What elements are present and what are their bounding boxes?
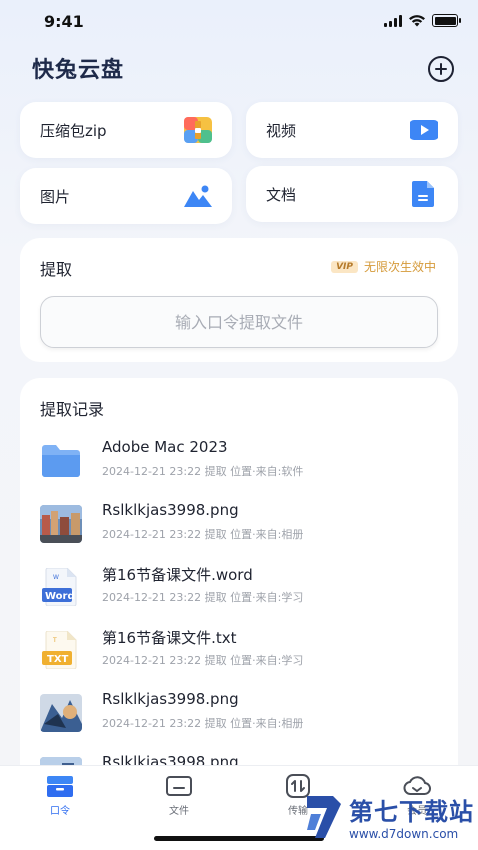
tab-files[interactable]: 文件 bbox=[139, 774, 219, 820]
watermark: 第七下载站 www.d7down.com bbox=[303, 790, 474, 842]
tab-code[interactable]: 口令 bbox=[20, 774, 100, 820]
extract-card: 提取 VIP 无限次生效中 bbox=[20, 238, 458, 362]
history-item[interactable]: Rslklkjas3998.png 2024-12-21 23:22 提取 位置… bbox=[20, 688, 458, 746]
vip-badge: VIP bbox=[331, 260, 358, 273]
history-item[interactable]: Rslklkjas3998.png 2024-12-21 23:22 提取 位置… bbox=[20, 499, 458, 557]
file-name: 第16节备课文件.word bbox=[102, 566, 253, 584]
svg-text:T: T bbox=[52, 637, 57, 644]
wifi-icon bbox=[409, 15, 425, 27]
category-zip[interactable]: 压缩包zip bbox=[20, 102, 232, 158]
home-indicator bbox=[154, 836, 324, 841]
category-label: 压缩包zip bbox=[40, 122, 107, 140]
image-mountain-icon bbox=[184, 185, 212, 207]
svg-text:TXT: TXT bbox=[47, 654, 69, 665]
file-meta: 2024-12-21 23:22 提取 位置·来自:软件 bbox=[102, 465, 304, 478]
file-name: 第16节备课文件.txt bbox=[102, 629, 237, 647]
status-bar: 9:41 bbox=[0, 0, 478, 44]
video-play-icon bbox=[410, 120, 438, 140]
tab-label: 文件 bbox=[169, 806, 189, 817]
history-card: 提取记录 Adobe Mac 2023 2024-12-21 23:22 提取 … bbox=[20, 378, 458, 778]
category-video[interactable]: 视频 bbox=[246, 102, 458, 158]
file-name: Adobe Mac 2023 bbox=[102, 438, 228, 456]
category-label: 视频 bbox=[266, 122, 297, 140]
folder-icon bbox=[42, 445, 80, 477]
add-button[interactable] bbox=[428, 56, 454, 82]
app-title: 快兔云盘 bbox=[32, 58, 125, 83]
zip-archive-icon bbox=[184, 117, 212, 143]
file-meta: 2024-12-21 23:22 提取 位置·来自:学习 bbox=[102, 654, 304, 667]
folder-icon bbox=[166, 776, 192, 796]
word-file-icon: W Word bbox=[42, 568, 77, 606]
vip-status-text: 无限次生效中 bbox=[363, 260, 436, 274]
history-item[interactable]: T TXT 第16节备课文件.txt 2024-12-21 23:22 提取 位… bbox=[20, 625, 458, 683]
photo-thumbnail bbox=[40, 505, 82, 543]
extract-code-input[interactable] bbox=[40, 296, 438, 348]
history-item[interactable]: Adobe Mac 2023 2024-12-21 23:22 提取 位置·来自… bbox=[20, 436, 458, 494]
file-name: Rslklkjas3998.png bbox=[102, 501, 239, 519]
status-time: 9:41 bbox=[44, 12, 84, 31]
extract-title: 提取 bbox=[40, 260, 73, 279]
svg-text:W: W bbox=[53, 574, 59, 581]
file-meta: 2024-12-21 23:22 提取 位置·来自:相册 bbox=[102, 528, 304, 541]
category-image[interactable]: 图片 bbox=[20, 168, 232, 224]
vip-status: VIP 无限次生效中 bbox=[331, 258, 436, 275]
watermark-url: www.d7down.com bbox=[349, 826, 459, 841]
watermark-logo-icon bbox=[307, 796, 341, 838]
watermark-title: 第七下载站 bbox=[349, 797, 474, 826]
file-name: Rslklkjas3998.png bbox=[102, 690, 239, 708]
file-meta: 2024-12-21 23:22 提取 位置·来自:相册 bbox=[102, 717, 304, 730]
history-title: 提取记录 bbox=[40, 400, 105, 419]
category-label: 文档 bbox=[266, 186, 297, 204]
photo-thumbnail bbox=[40, 694, 82, 732]
status-icons bbox=[384, 14, 461, 27]
history-item[interactable]: W Word 第16节备课文件.word 2024-12-21 23:22 提取… bbox=[20, 562, 458, 620]
document-icon bbox=[412, 181, 434, 207]
tab-label: 口令 bbox=[50, 806, 70, 817]
svg-text:Word: Word bbox=[45, 591, 75, 602]
category-label: 图片 bbox=[40, 188, 71, 206]
cellular-signal-icon bbox=[384, 14, 402, 27]
txt-file-icon: T TXT bbox=[42, 631, 77, 669]
battery-icon bbox=[432, 14, 461, 27]
category-document[interactable]: 文档 bbox=[246, 166, 458, 222]
file-meta: 2024-12-21 23:22 提取 位置·来自:学习 bbox=[102, 591, 304, 604]
box-icon bbox=[47, 776, 73, 797]
